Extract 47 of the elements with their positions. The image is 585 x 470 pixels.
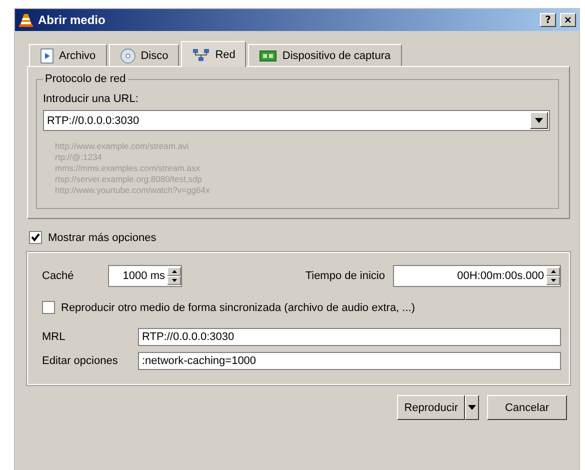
mrl-label: MRL — [42, 331, 66, 343]
disc-icon — [120, 48, 136, 64]
caret-icon — [468, 405, 476, 410]
tab[interactable]: Dispositivo de captura — [248, 44, 402, 66]
play-button[interactable]: Reproducir — [397, 395, 465, 420]
capture-card-icon — [259, 48, 278, 62]
check-icon — [31, 233, 40, 242]
up-arrow-icon — [172, 270, 176, 273]
url-label: Introducir una URL: — [43, 93, 140, 105]
checkbox[interactable] — [29, 231, 42, 244]
checkbox[interactable] — [42, 301, 55, 314]
edit-options-field[interactable]: :network-caching=1000 — [138, 352, 561, 370]
example-url: http://www.example.com/stream.avi — [55, 141, 190, 152]
file-icon — [40, 48, 54, 64]
tab[interactable]: Red — [181, 41, 246, 67]
play-menu-button[interactable] — [465, 395, 479, 420]
spin-down-button[interactable] — [167, 276, 181, 285]
example-url: http://www.yourtube.com/watch?v=gg64x — [55, 185, 211, 196]
example-url: mms://mms.examples.com/stream.asx — [55, 163, 201, 174]
network-icon — [192, 48, 210, 62]
tab[interactable]: Archivo — [29, 44, 107, 66]
caret-icon — [535, 118, 543, 123]
example-url: rtsp://server.example.org:8080/test.sdp — [55, 174, 203, 185]
down-arrow-icon — [172, 279, 176, 282]
spin-down-button[interactable] — [546, 276, 560, 285]
window-title: Abrir medio — [38, 13, 106, 27]
url-combo[interactable]: RTP://0.0.0.0:3030 — [43, 110, 550, 131]
example-url: rtp://@:1234 — [55, 152, 103, 163]
cancel-button[interactable]: Cancelar — [487, 395, 567, 420]
start-time-label: Tiempo de inicio — [305, 270, 385, 282]
checkbox-label: Reproducir otro medio de forma sincronizada (archivo de audio extra, ...) — [61, 302, 416, 314]
help-button[interactable]: ? — [540, 13, 556, 27]
cache-label: Caché — [42, 270, 75, 282]
group-title: Protocolo de red — [44, 73, 127, 85]
checkbox-label: Mostrar más opciones — [48, 232, 156, 244]
close-button[interactable]: × — [560, 13, 576, 27]
mrl-field[interactable]: RTP://0.0.0.0:3030 — [138, 328, 561, 346]
spin-up-button[interactable] — [546, 267, 560, 276]
cone-icon — [18, 12, 34, 28]
up-arrow-icon — [550, 270, 556, 273]
cache-spinbox[interactable]: 1000 ms — [108, 265, 182, 287]
start-time-spinbox[interactable]: 00H:00m:00s.000 — [393, 265, 561, 287]
edit-options-label: Editar opciones — [42, 355, 119, 367]
tab[interactable]: Disco — [108, 44, 180, 66]
down-arrow-icon — [550, 279, 556, 282]
dropdown-button[interactable] — [530, 112, 548, 129]
spin-up-button[interactable] — [167, 267, 181, 276]
